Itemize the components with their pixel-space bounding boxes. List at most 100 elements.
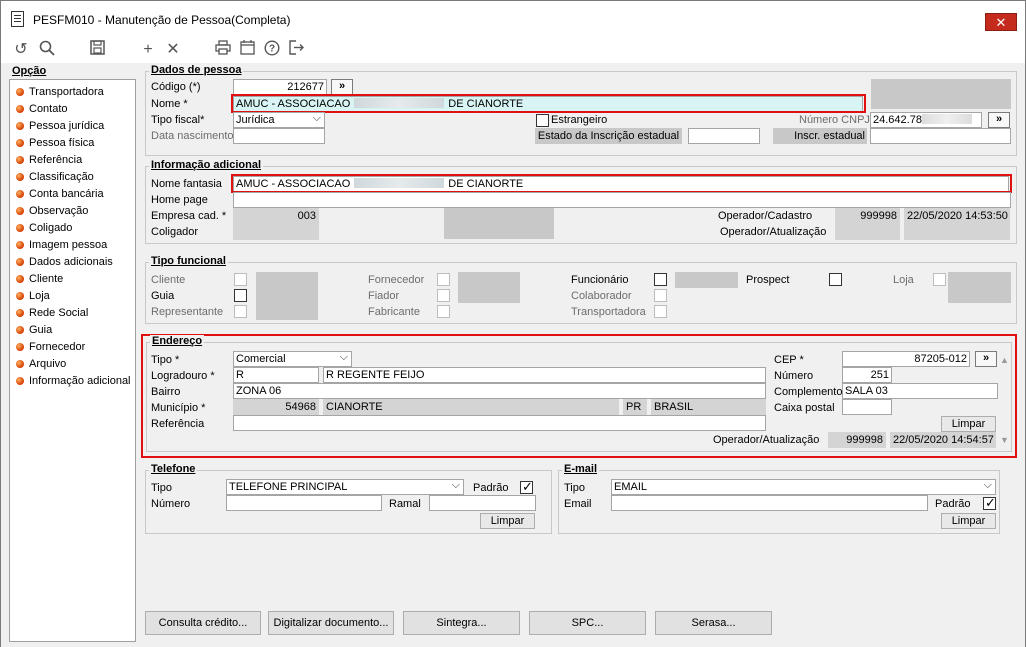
tel-padrao-checkbox[interactable]: [520, 479, 533, 495]
cnpj-field[interactable]: 24.642.78: [870, 112, 982, 128]
telefone-title: Telefone: [149, 463, 198, 475]
email-padrao-checkbox[interactable]: [983, 495, 996, 511]
consulta-credito-button[interactable]: Consulta crédito...: [145, 611, 261, 635]
codigo-search-button[interactable]: »: [331, 79, 353, 95]
prospect-checkbox[interactable]: [829, 273, 842, 286]
options-sidebar: Transportadora Contato Pessoa jurídica P…: [9, 79, 136, 642]
data-nascimento-field[interactable]: [233, 128, 325, 144]
colaborador-checkbox[interactable]: [654, 289, 667, 302]
tel-tipo-select[interactable]: TELEFONE PRINCIPAL: [226, 479, 464, 495]
codigo-field[interactable]: 212677: [233, 79, 327, 95]
tipo-funcional-title: Tipo funcional: [149, 255, 228, 267]
cnpj-search-button[interactable]: »: [988, 112, 1010, 128]
bullet-icon: [16, 241, 24, 249]
email-tipo-select[interactable]: EMAIL: [611, 479, 996, 495]
serasa-button[interactable]: Serasa...: [655, 611, 772, 635]
save-icon[interactable]: [87, 40, 107, 60]
codigo-label: Código (*): [151, 81, 201, 93]
scroll-down-icon[interactable]: ▼: [1000, 435, 1009, 445]
representante-checkbox[interactable]: [234, 305, 247, 318]
end-tipo-select[interactable]: Comercial: [233, 351, 352, 367]
sidebar-item-pessoa-juridica[interactable]: Pessoa jurídica: [16, 118, 104, 134]
uf-field: PR: [623, 399, 647, 415]
funcionario-label: Funcionário: [571, 274, 629, 286]
email-limpar-button[interactable]: Limpar: [941, 513, 996, 529]
homepage-field[interactable]: [233, 192, 1011, 208]
calendar-icon[interactable]: [237, 40, 257, 60]
sidebar-item-loja[interactable]: Loja: [16, 288, 50, 304]
help-icon[interactable]: ?: [262, 40, 282, 60]
exit-icon[interactable]: [287, 40, 307, 60]
sidebar-item-classificacao[interactable]: Classificação: [16, 169, 94, 185]
loja-info-box: [948, 272, 1011, 303]
undo-icon[interactable]: ↺: [11, 40, 31, 60]
ramal-field[interactable]: [429, 495, 536, 511]
spc-button[interactable]: SPC...: [529, 611, 646, 635]
op-cad-field: 999998: [835, 208, 900, 224]
complemento-field[interactable]: SALA 03: [842, 383, 998, 399]
sidebar-item-rede-social[interactable]: Rede Social: [16, 305, 88, 321]
close-button[interactable]: ✕: [985, 13, 1017, 31]
guia-label: Guia: [151, 290, 175, 302]
logradouro-tipo-field[interactable]: R: [233, 367, 319, 383]
sidebar-item-observacao[interactable]: Observação: [16, 203, 88, 219]
funcionario-checkbox[interactable]: [654, 273, 667, 286]
end-limpar-button[interactable]: Limpar: [941, 416, 996, 432]
sidebar-item-referencia[interactable]: Referência: [16, 152, 82, 168]
guia-checkbox[interactable]: [234, 289, 247, 302]
logradouro-field[interactable]: R REGENTE FEIJO: [323, 367, 766, 383]
sidebar-item-informacao-adicional[interactable]: Informação adicional: [16, 373, 131, 389]
loja-checkbox[interactable]: [933, 273, 946, 286]
sidebar-item-pessoa-fisica[interactable]: Pessoa física: [16, 135, 94, 151]
add-icon[interactable]: +: [138, 40, 158, 60]
inscr-estadual-field[interactable]: [870, 128, 1011, 144]
sidebar-item-imagem-pessoa[interactable]: Imagem pessoa: [16, 237, 107, 253]
sintegra-button[interactable]: Sintegra...: [403, 611, 520, 635]
sidebar-item-transportadora[interactable]: Transportadora: [16, 84, 104, 100]
referencia-field[interactable]: [233, 415, 766, 431]
sidebar-item-coligado[interactable]: Coligado: [16, 220, 72, 236]
bullet-icon: [16, 139, 24, 147]
svg-text:?: ?: [269, 44, 275, 55]
sidebar-item-arquivo[interactable]: Arquivo: [16, 356, 66, 372]
bullet-icon: [16, 207, 24, 215]
scroll-up-icon[interactable]: ▲: [1000, 355, 1009, 365]
transportadora-checkbox[interactable]: [654, 305, 667, 318]
toolbar: ↺ + ✕ ?: [1, 37, 1025, 63]
caixa-postal-field[interactable]: [842, 399, 892, 415]
tipo-fiscal-select[interactable]: Jurídica: [233, 112, 325, 128]
print-icon[interactable]: [213, 40, 233, 60]
window-title: PESFM010 - Manutenção de Pessoa(Completa…: [33, 13, 291, 27]
tipo-fiscal-label: Tipo fiscal*: [151, 114, 205, 126]
bullet-icon: [16, 326, 24, 334]
sidebar-item-conta-bancaria[interactable]: Conta bancária: [16, 186, 104, 202]
delete-icon[interactable]: ✕: [163, 40, 183, 60]
fornecedor-checkbox[interactable]: [437, 273, 450, 286]
photo-placeholder: [871, 79, 1011, 109]
cliente-checkbox[interactable]: [234, 273, 247, 286]
numero-field[interactable]: 251: [842, 367, 892, 383]
estrangeiro-checkbox[interactable]: [536, 114, 549, 127]
estrangeiro-label: Estrangeiro: [551, 114, 608, 126]
tel-limpar-button[interactable]: Limpar: [480, 513, 535, 529]
tel-numero-field[interactable]: [226, 495, 382, 511]
funcionario-info-box: [675, 272, 738, 288]
estado-ie-field[interactable]: [688, 128, 760, 144]
digitalizar-documento-button[interactable]: Digitalizar documento...: [268, 611, 394, 635]
cep-field[interactable]: 87205-012: [842, 351, 970, 367]
cep-search-button[interactable]: »: [975, 351, 997, 367]
sidebar-item-guia[interactable]: Guia: [16, 322, 52, 338]
search-icon[interactable]: [37, 40, 57, 60]
sidebar-item-cliente[interactable]: Cliente: [16, 271, 63, 287]
sidebar-item-contato[interactable]: Contato: [16, 101, 68, 117]
bullet-icon: [16, 173, 24, 181]
bairro-field[interactable]: ZONA 06: [233, 383, 766, 399]
nome-highlight: [231, 94, 866, 113]
sidebar-item-dados-adicionais[interactable]: Dados adicionais: [16, 254, 113, 270]
fabricante-checkbox[interactable]: [437, 305, 450, 318]
sidebar-item-fornecedor[interactable]: Fornecedor: [16, 339, 85, 355]
coligador-label: Coligador: [151, 226, 199, 238]
bullet-icon: [16, 190, 24, 198]
email-field[interactable]: [611, 495, 928, 511]
fiador-checkbox[interactable]: [437, 289, 450, 302]
